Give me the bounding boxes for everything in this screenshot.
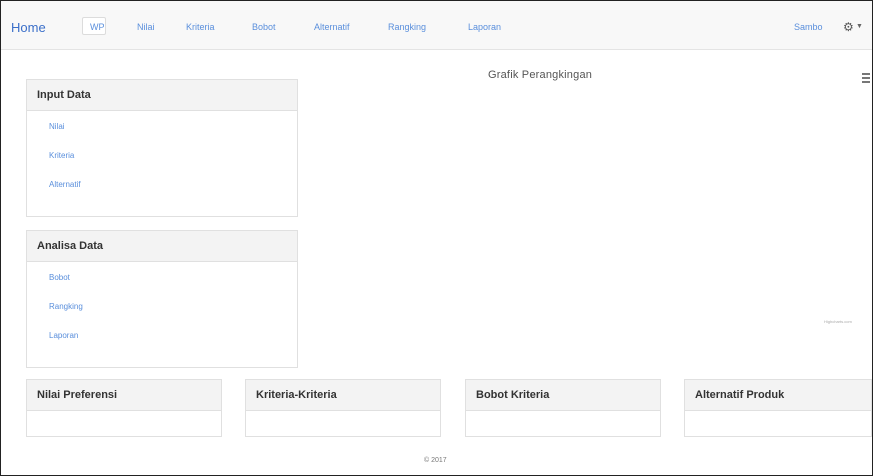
user-link[interactable]: Sambo — [794, 22, 823, 32]
chevron-down-icon[interactable]: ▼ — [856, 23, 863, 30]
bobot-kriteria-heading: Bobot Kriteria — [466, 380, 660, 411]
nav-kriteria[interactable]: Kriteria — [186, 22, 215, 32]
nav-rangking[interactable]: Rangking — [388, 22, 426, 32]
bobot-kriteria-panel: Bobot Kriteria — [465, 379, 661, 437]
analisa-data-links: Bobot Rangking Laporan — [27, 262, 297, 359]
nav-wp[interactable]: WP — [90, 22, 105, 32]
sidebar-item-rangking[interactable]: Rangking — [27, 301, 297, 330]
nav-bobot[interactable]: Bobot — [252, 22, 276, 32]
sidebar-item-bobot[interactable]: Bobot — [27, 272, 297, 301]
home-link[interactable]: Home — [11, 20, 46, 35]
alternatif-produk-heading: Alternatif Produk — [685, 380, 871, 411]
footer-copyright: © 2017 — [424, 457, 447, 464]
analisa-data-heading: Analisa Data — [27, 231, 297, 262]
kriteria-kriteria-panel: Kriteria-Kriteria — [245, 379, 441, 437]
alternatif-produk-panel: Alternatif Produk — [684, 379, 872, 437]
kriteria-kriteria-heading: Kriteria-Kriteria — [246, 380, 440, 411]
chart-title: Grafik Perangkingan — [488, 69, 593, 81]
analisa-data-panel: Analisa Data Bobot Rangking Laporan — [26, 230, 298, 368]
chart-credits[interactable]: Highcharts.com — [824, 319, 852, 324]
nav-laporan[interactable]: Laporan — [468, 22, 501, 32]
sidebar-item-alternatif[interactable]: Alternatif — [27, 179, 297, 208]
chart-menu-icon[interactable] — [862, 73, 870, 85]
sidebar-item-kriteria[interactable]: Kriteria — [27, 150, 297, 179]
nilai-preferensi-panel: Nilai Preferensi — [26, 379, 222, 437]
nilai-preferensi-heading: Nilai Preferensi — [27, 380, 221, 411]
sidebar-item-laporan[interactable]: Laporan — [27, 330, 297, 359]
top-navbar: Home WP Nilai Kriteria Bobot Alternatif … — [1, 1, 872, 50]
nav-alternatif[interactable]: Alternatif — [314, 22, 350, 32]
input-data-links: Nilai Kriteria Alternatif — [27, 111, 297, 208]
input-data-heading: Input Data — [27, 80, 297, 111]
sidebar-item-nilai[interactable]: Nilai — [27, 121, 297, 150]
input-data-panel: Input Data Nilai Kriteria Alternatif — [26, 79, 298, 217]
nav-nilai[interactable]: Nilai — [137, 22, 155, 32]
gear-icon[interactable]: ⚙ — [843, 20, 854, 34]
